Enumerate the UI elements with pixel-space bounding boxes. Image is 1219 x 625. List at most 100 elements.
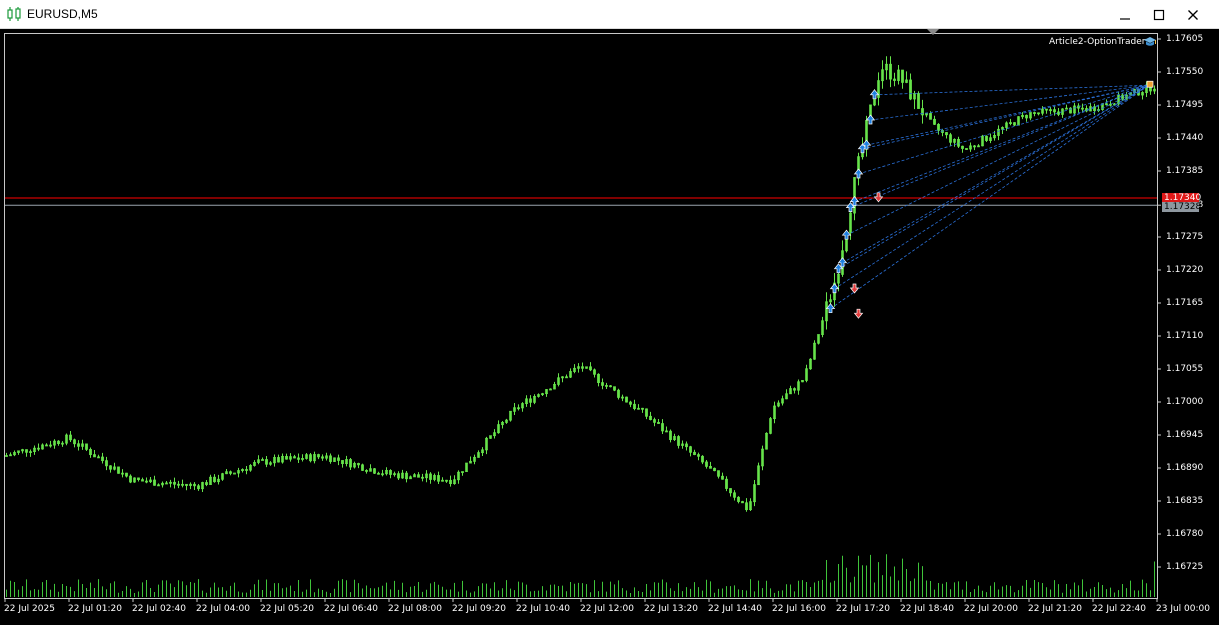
candle-body bbox=[349, 459, 352, 468]
candle-body bbox=[137, 477, 140, 481]
candle-body bbox=[193, 483, 196, 487]
candle-body bbox=[145, 480, 148, 483]
candle-body bbox=[285, 455, 288, 460]
candle-body bbox=[245, 469, 248, 471]
candle-body bbox=[589, 366, 592, 371]
price-tick-label: 1.17220 bbox=[1166, 265, 1204, 275]
candle-body bbox=[625, 396, 628, 403]
candle-body bbox=[85, 443, 88, 450]
candle-body bbox=[1037, 112, 1040, 115]
candle-body bbox=[565, 376, 568, 379]
trade-link-line bbox=[834, 84, 1150, 290]
price-tick-label: 1.17550 bbox=[1166, 67, 1204, 77]
time-tick-label: 22 Jul 22:40 bbox=[1092, 604, 1146, 614]
candle-body bbox=[669, 430, 672, 440]
candle-body bbox=[665, 430, 668, 433]
trade-link-line bbox=[842, 84, 1150, 264]
candle-body bbox=[901, 69, 904, 83]
trade-link-line bbox=[874, 84, 1150, 96]
candle-body bbox=[917, 93, 920, 109]
price-chart[interactable] bbox=[0, 0, 1219, 625]
candle-body bbox=[929, 113, 932, 120]
candle-body bbox=[205, 482, 208, 485]
candle-body bbox=[1105, 103, 1108, 106]
candle-body bbox=[737, 496, 740, 502]
candle-body bbox=[793, 388, 796, 391]
buy-arrow-icon[interactable] bbox=[829, 283, 840, 294]
candle-body bbox=[389, 470, 392, 475]
sell-arrow-icon[interactable] bbox=[853, 308, 864, 319]
candle-body bbox=[597, 373, 600, 383]
candle-body bbox=[105, 460, 108, 467]
time-tick-label: 22 Jul 20:00 bbox=[964, 604, 1018, 614]
time-tick-label: 22 Jul 01:20 bbox=[68, 604, 122, 614]
candle-body bbox=[321, 456, 324, 459]
chart-shift-marker-icon[interactable] bbox=[927, 29, 939, 36]
trade-link-line bbox=[846, 84, 1150, 236]
candle-body bbox=[733, 492, 736, 498]
time-tick-label: 22 Jul 18:40 bbox=[900, 604, 954, 614]
candle-body bbox=[361, 464, 364, 471]
candle-body bbox=[129, 475, 132, 483]
time-tick-label: 22 Jul 08:00 bbox=[388, 604, 442, 614]
price-tick-label: 1.17605 bbox=[1166, 34, 1204, 44]
candle-body bbox=[713, 467, 716, 472]
time-tick-label: 22 Jul 14:40 bbox=[708, 604, 762, 614]
candle-body bbox=[1013, 122, 1016, 126]
candle-body bbox=[581, 366, 584, 369]
candle-body bbox=[617, 389, 620, 398]
candle-body bbox=[77, 443, 80, 447]
graduation-cap-icon[interactable] bbox=[1143, 36, 1157, 47]
candle-body bbox=[701, 455, 704, 463]
time-tick-label: 22 Jul 21:20 bbox=[1028, 604, 1082, 614]
candle-body bbox=[297, 457, 300, 460]
sell-arrow-icon[interactable] bbox=[873, 192, 884, 203]
candle-body bbox=[25, 449, 28, 453]
candle-body bbox=[697, 454, 700, 457]
price-tick-label: 1.16780 bbox=[1166, 529, 1204, 539]
candle-body bbox=[173, 481, 176, 485]
candle-body bbox=[937, 123, 940, 131]
candle-body bbox=[685, 443, 688, 448]
candle-body bbox=[377, 472, 380, 475]
candle-body bbox=[909, 79, 912, 100]
sell-arrow-icon[interactable] bbox=[849, 283, 860, 294]
candle-body bbox=[985, 135, 988, 141]
candle-body bbox=[421, 476, 424, 479]
candle-body bbox=[721, 475, 724, 480]
candle-body bbox=[705, 461, 708, 467]
candle-body bbox=[593, 369, 596, 375]
candle-body bbox=[309, 454, 312, 462]
candle-body bbox=[197, 485, 200, 490]
candle-body bbox=[293, 456, 296, 459]
candle-body bbox=[725, 478, 728, 489]
candle-body bbox=[609, 385, 612, 388]
candle-body bbox=[397, 473, 400, 479]
candle-body bbox=[437, 475, 440, 482]
candle-body bbox=[357, 463, 360, 466]
candle-body bbox=[741, 501, 744, 504]
candle-body bbox=[181, 483, 184, 486]
candle-body bbox=[445, 479, 448, 482]
candle-body bbox=[45, 444, 48, 447]
bid-price-tag: 1.17328 bbox=[1162, 202, 1202, 212]
price-tick-label: 1.17495 bbox=[1166, 100, 1204, 110]
candle-body bbox=[729, 488, 732, 494]
time-tick-label: 22 Jul 04:00 bbox=[196, 604, 250, 614]
candle-body bbox=[529, 398, 532, 403]
candle-body bbox=[277, 457, 280, 463]
candle-body bbox=[405, 472, 408, 480]
buy-arrow-icon[interactable] bbox=[853, 168, 864, 179]
candle-body bbox=[417, 474, 420, 478]
candle-body bbox=[97, 456, 100, 459]
candle-body bbox=[57, 440, 60, 445]
candle-body bbox=[949, 134, 952, 143]
time-tick-label: 22 Jul 10:40 bbox=[516, 604, 570, 614]
candle-body bbox=[889, 63, 892, 80]
candle-body bbox=[317, 454, 320, 458]
close-marker-icon[interactable] bbox=[1146, 80, 1154, 88]
candle-body bbox=[1057, 111, 1060, 115]
time-tick-label: 23 Jul 00:00 bbox=[1156, 604, 1210, 614]
trade-link-line bbox=[862, 84, 1150, 150]
time-tick-label: 22 Jul 13:20 bbox=[644, 604, 698, 614]
